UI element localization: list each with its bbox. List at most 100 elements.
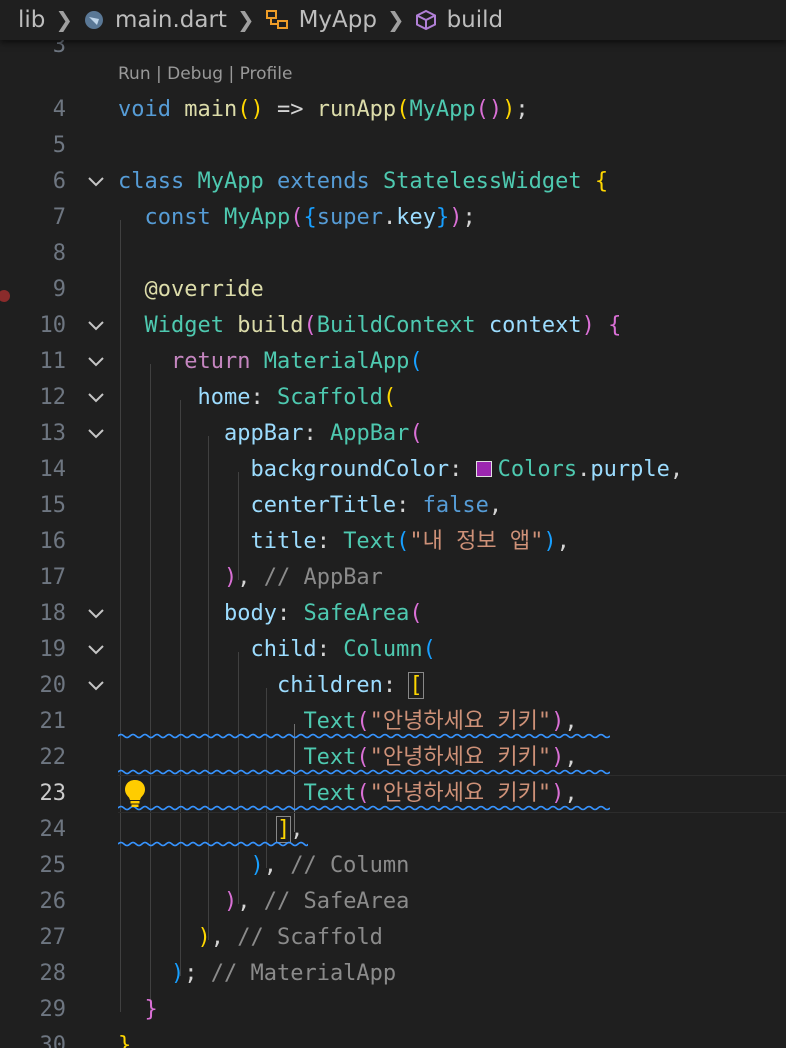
fold-chevron-icon[interactable] bbox=[86, 390, 106, 406]
code-line[interactable]: 19 child: Column( bbox=[0, 632, 786, 668]
line-code: ), // AppBar bbox=[223, 565, 383, 590]
fold-chevron-icon[interactable] bbox=[86, 606, 106, 622]
fold-chevron-icon[interactable] bbox=[86, 354, 106, 370]
warning-squiggle[interactable] bbox=[118, 805, 610, 811]
code-line[interactable]: 28 ); // MaterialApp bbox=[0, 956, 786, 992]
lightbulb-icon[interactable] bbox=[122, 778, 148, 808]
code-line[interactable]: 12 home: Scaffold( bbox=[0, 380, 786, 416]
color-swatch[interactable] bbox=[475, 461, 492, 477]
line-code: const MyApp({super.key}); bbox=[144, 205, 476, 230]
token: . bbox=[382, 205, 397, 230]
token: MyApp bbox=[197, 169, 264, 194]
line-number: 9 bbox=[52, 277, 66, 302]
token: context bbox=[488, 313, 582, 338]
code-line[interactable]: 5 bbox=[0, 128, 786, 164]
warning-squiggle[interactable] bbox=[118, 733, 610, 739]
line-code: child: Column( bbox=[250, 637, 436, 662]
chevron-right-icon: ❯ bbox=[386, 8, 405, 32]
code-line[interactable]: 27 ), // Scaffold bbox=[0, 920, 786, 956]
code-line[interactable]: 16 title: Text("내 정보 앱"), bbox=[0, 524, 786, 560]
token: home bbox=[197, 385, 251, 410]
code-line[interactable]: 9 @override bbox=[0, 272, 786, 308]
line-number: 13 bbox=[39, 421, 67, 446]
token: "안녕하세요 키키" bbox=[369, 781, 552, 806]
line-number: 30 bbox=[39, 1033, 67, 1048]
code-line[interactable]: 8 bbox=[0, 236, 786, 272]
line-code: Widget build(BuildContext context) { bbox=[144, 313, 622, 338]
codelens-run-debug-profile[interactable]: Run | Debug | Profile bbox=[118, 64, 292, 84]
token: body bbox=[223, 601, 277, 626]
line-code: void main() => runApp(MyApp()); bbox=[118, 97, 529, 122]
token: ; bbox=[462, 205, 476, 230]
breadcrumb-class[interactable]: MyApp bbox=[299, 7, 377, 33]
token: runApp bbox=[316, 97, 397, 122]
token: appBar bbox=[223, 421, 304, 446]
line-code: ); // MaterialApp bbox=[170, 961, 397, 986]
token: Colors bbox=[497, 457, 578, 482]
line-code: ), // SafeArea bbox=[223, 889, 410, 914]
token: false bbox=[422, 493, 489, 518]
line-number: 26 bbox=[39, 889, 67, 914]
token: @override bbox=[144, 277, 264, 302]
code-line[interactable]: 13 appBar: AppBar( bbox=[0, 416, 786, 452]
line-number: 15 bbox=[39, 493, 67, 518]
code-line[interactable]: 6 class MyApp extends StatelessWidget { bbox=[0, 164, 786, 200]
line-code: ), // Scaffold bbox=[197, 925, 383, 950]
warning-squiggle[interactable] bbox=[118, 841, 308, 847]
line-code: @override bbox=[118, 272, 264, 308]
line-number: 16 bbox=[39, 529, 67, 554]
code-editor[interactable]: 3 Run | Debug | Profile 4 void main() =>… bbox=[0, 40, 786, 1048]
breadcrumb-method[interactable]: build bbox=[447, 7, 504, 33]
line-code: title: Text("내 정보 앱"), bbox=[250, 529, 570, 554]
line-number: 6 bbox=[52, 169, 66, 194]
token: Text bbox=[303, 781, 357, 806]
token: "내 정보 앱" bbox=[409, 529, 544, 554]
token: build bbox=[237, 313, 304, 338]
code-line[interactable]: 29 } bbox=[0, 992, 786, 1028]
line-code: centerTitle: false, bbox=[250, 493, 503, 518]
code-line[interactable]: 18 body: SafeArea( bbox=[0, 596, 786, 632]
fold-chevron-icon[interactable] bbox=[86, 642, 106, 658]
token: Widget bbox=[144, 313, 224, 338]
code-line[interactable]: 11 return MaterialApp( bbox=[0, 344, 786, 380]
line-number: 21 bbox=[39, 709, 67, 734]
token: const bbox=[144, 205, 211, 230]
breadcrumb-folder[interactable]: lib bbox=[18, 7, 45, 33]
code-line[interactable]: 17 ), // AppBar bbox=[0, 560, 786, 596]
line-code: children: [ bbox=[276, 672, 424, 699]
line-number: 17 bbox=[39, 565, 67, 590]
code-line[interactable]: 7 const MyApp({super.key}); bbox=[0, 200, 786, 236]
line-number: 10 bbox=[39, 313, 67, 338]
fold-chevron-icon[interactable] bbox=[86, 318, 106, 334]
line-code: } bbox=[144, 997, 158, 1022]
code-line[interactable]: 30 } bbox=[0, 1028, 786, 1048]
token: MaterialApp bbox=[263, 349, 410, 374]
code-line[interactable]: 25 ), // Column bbox=[0, 848, 786, 884]
code-line[interactable]: 4 void main() => runApp(MyApp()); bbox=[0, 92, 786, 128]
class-symbol-icon bbox=[265, 9, 289, 31]
token: return bbox=[170, 349, 251, 374]
token: MyApp bbox=[223, 205, 291, 230]
code-line[interactable]: 14 backgroundColor: Colors.purple, bbox=[0, 452, 786, 488]
code-line[interactable]: 26 ), // SafeArea bbox=[0, 884, 786, 920]
fold-chevron-icon[interactable] bbox=[86, 678, 106, 694]
line-number: 22 bbox=[39, 745, 67, 770]
fold-chevron-icon[interactable] bbox=[86, 174, 106, 190]
fold-chevron-icon[interactable] bbox=[86, 426, 106, 442]
code-line[interactable]: 15 centerTitle: false, bbox=[0, 488, 786, 524]
line-number: 3 bbox=[52, 40, 66, 58]
token: StatelessWidget bbox=[382, 169, 582, 194]
chevron-right-icon: ❯ bbox=[236, 8, 255, 32]
line-number: 7 bbox=[52, 205, 66, 230]
token: // AppBar bbox=[263, 565, 383, 590]
code-line[interactable]: 10 Widget build(BuildContext context) { bbox=[0, 308, 786, 344]
token: ; bbox=[515, 97, 529, 122]
breadcrumb-file[interactable]: main.dart bbox=[115, 7, 227, 33]
code-line[interactable]: 3 bbox=[0, 40, 786, 64]
token: main bbox=[184, 97, 238, 122]
code-line[interactable]: 20 children: [ bbox=[0, 668, 786, 704]
token: => bbox=[263, 97, 317, 122]
token: Text bbox=[343, 529, 397, 554]
token: // MaterialApp bbox=[210, 961, 397, 986]
line-number: 18 bbox=[39, 601, 67, 626]
